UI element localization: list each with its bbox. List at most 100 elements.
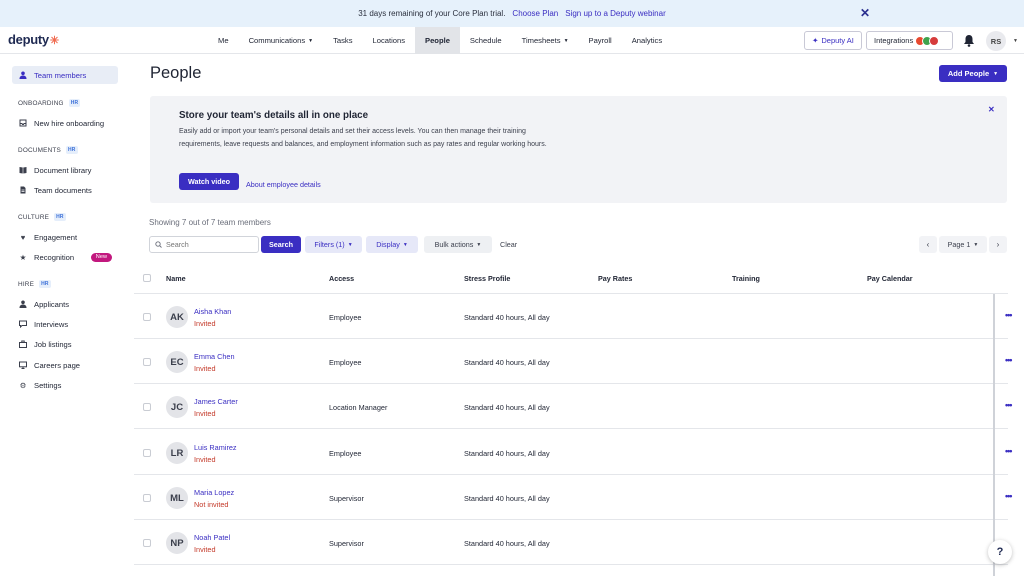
row-checkbox[interactable] — [143, 494, 151, 502]
member-name-link[interactable]: Luis Ramirez — [194, 443, 237, 452]
info-card: Store your team's details all in one pla… — [150, 96, 1007, 203]
member-name-link[interactable]: Aisha Khan — [194, 307, 231, 316]
close-icon[interactable]: ✕ — [858, 6, 872, 20]
chevron-down-icon[interactable]: ▼ — [1013, 38, 1018, 44]
close-icon[interactable]: ✕ — [988, 105, 995, 114]
table-row[interactable]: LR Luis Ramirez Invited Employee Standar… — [134, 430, 1008, 475]
more-actions-icon[interactable]: ••• — [1005, 446, 1013, 456]
star-icon: ★ — [19, 252, 27, 262]
person-icon — [19, 71, 27, 79]
more-actions-icon[interactable]: ••• — [1005, 355, 1013, 365]
avatar-initials: JC — [170, 401, 184, 413]
sidebar-item-applicants[interactable]: Applicants — [12, 295, 118, 313]
row-checkbox[interactable] — [143, 449, 151, 457]
sidebar-item-label: Settings — [34, 380, 62, 390]
stress-profile: Standard 40 hours, All day — [464, 313, 550, 322]
integration-logo-icon — [929, 35, 940, 46]
help-button[interactable]: ? — [988, 540, 1012, 564]
new-badge: New — [90, 252, 112, 262]
user-avatar[interactable]: RS — [986, 31, 1006, 51]
member-name-link[interactable]: Maria Lopez — [194, 488, 234, 497]
frozen-column-divider — [993, 294, 995, 576]
more-actions-icon[interactable]: ••• — [1005, 400, 1013, 410]
sidebar-item-job-listings[interactable]: Job listings — [12, 335, 118, 353]
nav-item-tasks[interactable]: Tasks — [323, 27, 362, 54]
nav-item-schedule[interactable]: Schedule — [460, 27, 512, 54]
column-header-pay-calendar[interactable]: Pay Calendar — [867, 274, 913, 283]
webinar-link[interactable]: Sign up to a Deputy webinar — [565, 9, 666, 18]
sidebar-item-document-library[interactable]: Document library — [12, 161, 118, 179]
integrations-button[interactable]: Integrations — [866, 31, 953, 50]
sidebar-item-label: Interviews — [34, 319, 69, 329]
search-field[interactable] — [149, 236, 259, 253]
sidebar-item-careers-page[interactable]: Careers page — [12, 356, 118, 374]
add-people-button[interactable]: Add People ▼ — [939, 65, 1007, 82]
search-button-label: Search — [269, 240, 293, 249]
sidebar-item-label: Applicants — [34, 299, 70, 309]
table-row[interactable]: EC Emma Chen Invited Employee Standard 4… — [134, 339, 1008, 384]
deputy-ai-button[interactable]: ✦ Deputy AI — [804, 31, 862, 50]
row-checkbox[interactable] — [143, 358, 151, 366]
nav-item-locations[interactable]: Locations — [363, 27, 416, 54]
table-row[interactable]: ML Maria Lopez Not invited Supervisor St… — [134, 475, 1008, 520]
search-input[interactable] — [166, 240, 251, 249]
sidebar-item-label: Engagement — [34, 232, 78, 242]
invite-status: Invited — [194, 409, 216, 418]
display-button[interactable]: Display ▼ — [366, 236, 418, 253]
sidebar-item-interviews[interactable]: Interviews — [12, 315, 118, 333]
sidebar-item-settings[interactable]: ⚙ Settings — [12, 376, 118, 394]
table-header: Name Access Stress Profile Pay Rates Tra… — [134, 262, 1008, 294]
column-header-access[interactable]: Access — [329, 274, 354, 283]
sidebar-item-team-members[interactable]: Team members — [12, 66, 118, 84]
bulk-actions-button[interactable]: Bulk actions ▼ — [424, 236, 492, 253]
table-row[interactable]: JC James Carter Invited Location Manager… — [134, 384, 1008, 429]
logo-text: deputy — [8, 32, 49, 47]
table-row[interactable]: NP Noah Patel Invited Supervisor Standar… — [134, 520, 1008, 565]
row-checkbox[interactable] — [143, 539, 151, 547]
column-header-stress-profile[interactable]: Stress Profile — [464, 274, 510, 283]
chevron-down-icon: ▼ — [973, 241, 979, 248]
sidebar-item-recognition[interactable]: ★ Recognition New — [12, 248, 118, 266]
nav-item-timesheets[interactable]: Timesheets ▼ — [512, 27, 579, 54]
page-label: Page 1 — [947, 240, 971, 249]
nav-item-payroll[interactable]: Payroll — [579, 27, 622, 54]
about-employee-details-link[interactable]: About employee details — [246, 180, 321, 189]
member-name-link[interactable]: Emma Chen — [194, 352, 235, 361]
access-level: Employee — [329, 313, 362, 322]
person-icon — [19, 300, 27, 308]
sidebar-item-new-hire-onboarding[interactable]: New hire onboarding — [12, 114, 118, 132]
member-name-link[interactable]: James Carter — [194, 397, 238, 406]
more-actions-icon[interactable]: ••• — [1005, 310, 1013, 320]
column-header-pay-rates[interactable]: Pay Rates — [598, 274, 632, 283]
member-name-link[interactable]: Noah Patel — [194, 533, 230, 542]
nav-item-communications[interactable]: Communications ▼ — [239, 27, 324, 54]
column-header-training[interactable]: Training — [732, 274, 760, 283]
sidebar-item-label: New hire onboarding — [34, 118, 105, 128]
more-actions-icon[interactable]: ••• — [1005, 491, 1013, 501]
sidebar-item-engagement[interactable]: ♥ Engagement — [12, 228, 118, 246]
select-all-checkbox[interactable] — [143, 274, 151, 282]
nav-item-me[interactable]: Me — [208, 27, 239, 54]
sidebar-item-team-documents[interactable]: Team documents — [12, 181, 118, 199]
watch-video-button[interactable]: Watch video — [179, 173, 239, 190]
clear-button[interactable]: Clear — [500, 240, 517, 249]
choose-plan-link[interactable]: Choose Plan — [512, 9, 558, 18]
row-checkbox[interactable] — [143, 313, 151, 321]
nav-label: Schedule — [469, 36, 502, 45]
filters-button[interactable]: Filters (1) ▼ — [305, 236, 362, 253]
chevron-right-icon[interactable]: › — [989, 236, 1007, 253]
row-checkbox[interactable] — [143, 403, 151, 411]
column-header-name[interactable]: Name — [166, 274, 186, 283]
nav-label: Tasks — [333, 36, 353, 45]
deputy-logo[interactable]: deputy✳ — [8, 32, 59, 47]
page-select[interactable]: Page 1 ▼ — [939, 236, 987, 253]
nav-items: Me Communications ▼ Tasks Locations Peopl… — [208, 27, 672, 54]
chevron-left-icon[interactable]: ‹ — [919, 236, 937, 253]
nav-item-people[interactable]: People — [415, 27, 460, 54]
chat-icon — [19, 320, 27, 328]
bell-icon[interactable] — [963, 34, 975, 47]
nav-item-analytics[interactable]: Analytics — [622, 27, 672, 54]
search-button[interactable]: Search — [261, 236, 301, 253]
invite-status: Not invited — [194, 500, 229, 509]
table-row[interactable]: AK Aisha Khan Invited Employee Standard … — [134, 294, 1008, 339]
